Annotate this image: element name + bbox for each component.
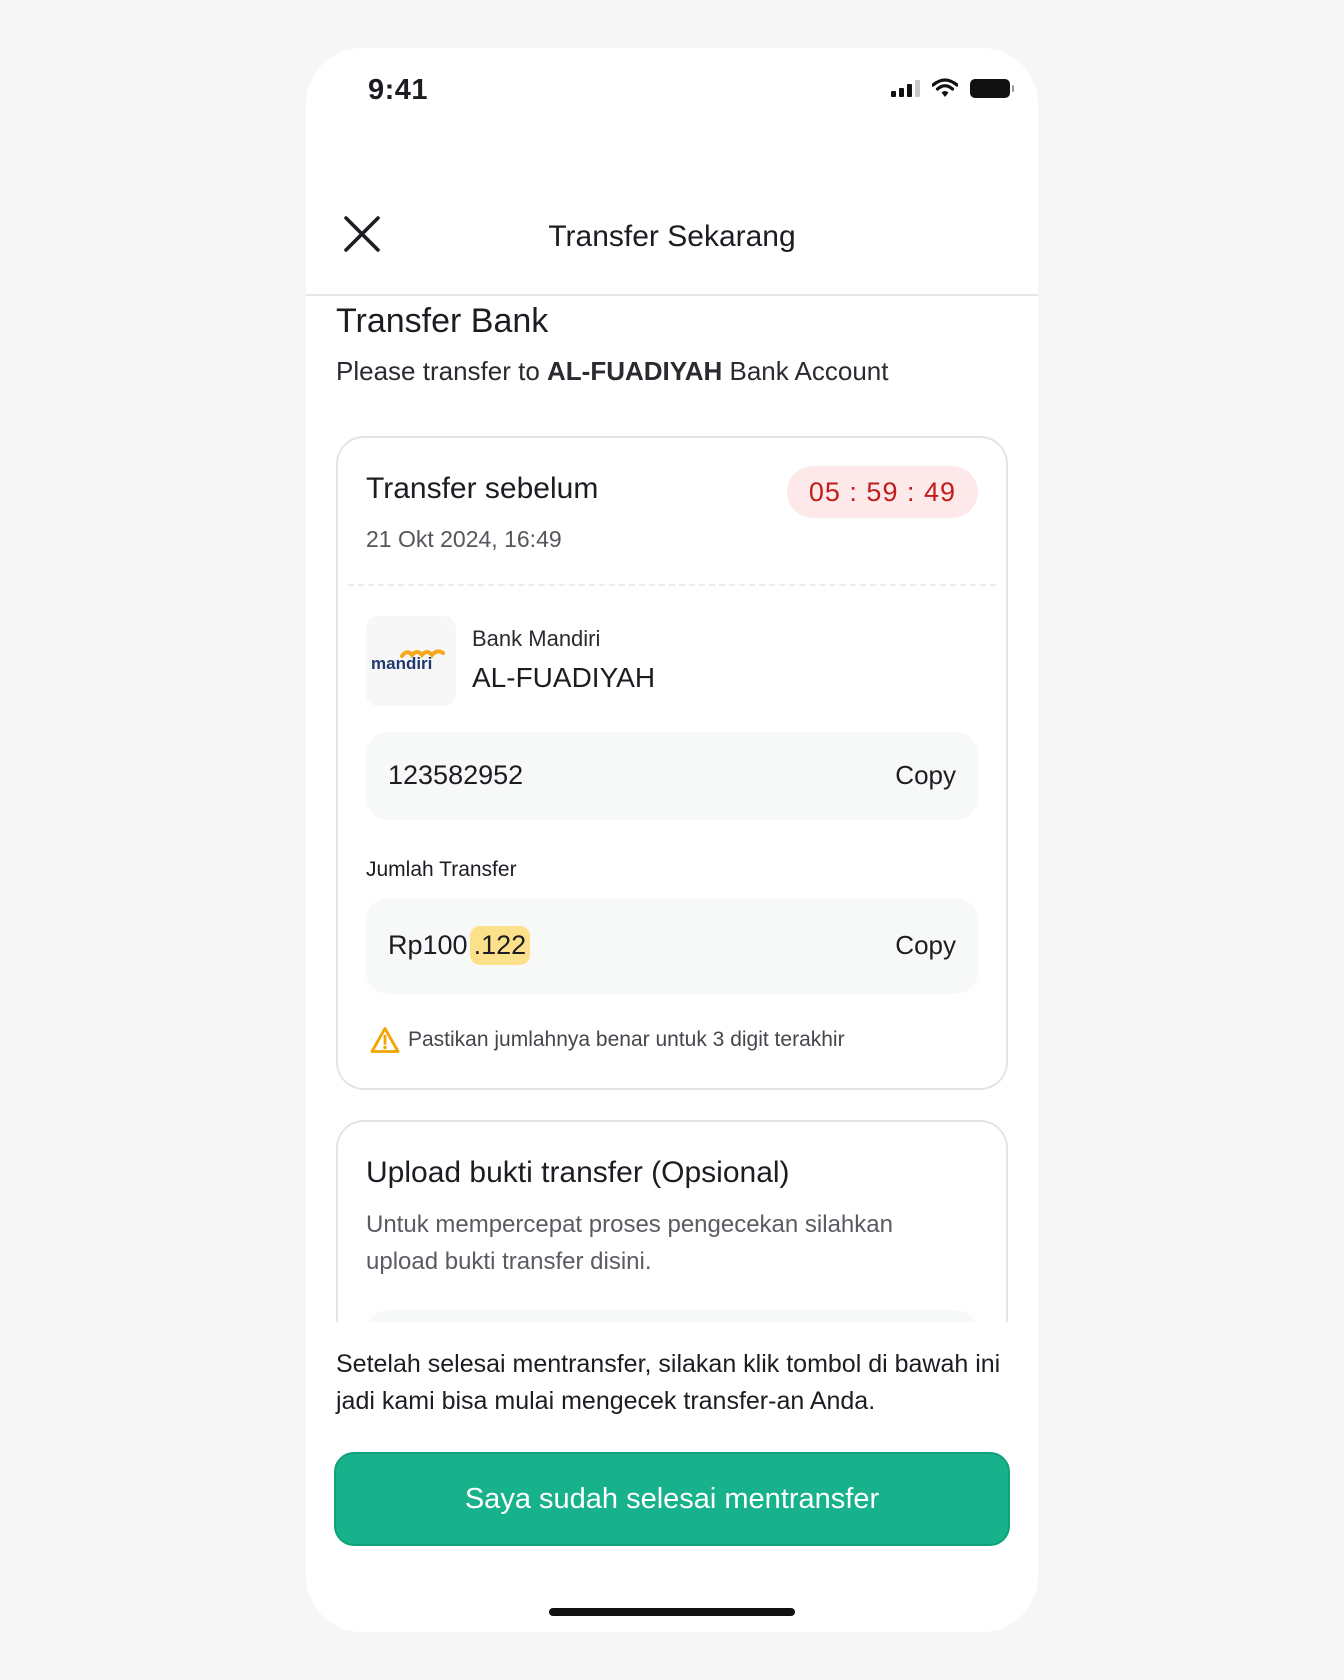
- bank-logo-text: mandiri: [371, 654, 432, 673]
- wifi-icon: [932, 78, 958, 97]
- signal-icon: [891, 79, 920, 97]
- battery-icon: [970, 78, 1014, 98]
- deadline-label: Transfer sebelum: [366, 472, 599, 505]
- deadline-date: 21 Okt 2024, 16:49: [366, 526, 562, 552]
- copy-account-number-button[interactable]: Copy: [895, 760, 956, 791]
- home-indicator: [549, 1608, 795, 1616]
- mandiri-logo: mandiri: [371, 649, 445, 673]
- warning-text: Pastikan jumlahnya benar untuk 3 digit t…: [408, 1028, 845, 1051]
- confirm-transfer-button[interactable]: Saya sudah selesai mentransfer: [334, 1452, 1010, 1546]
- upload-description: Untuk mempercepat proses pengecekan sila…: [366, 1211, 893, 1275]
- amount-main: Rp100: [388, 930, 468, 960]
- navigation-header: Transfer Sekarang: [306, 188, 1038, 296]
- page-title: Transfer Sekarang: [548, 220, 796, 253]
- subtitle-prefix: Please transfer to: [336, 356, 547, 386]
- status-bar: 9:41: [306, 48, 1038, 128]
- confirmation-info: Setelah selesai mentransfer, silakan kli…: [336, 1350, 1001, 1415]
- amount-label: Jumlah Transfer: [366, 858, 517, 881]
- status-icons: [891, 78, 1014, 98]
- upload-title: Upload bukti transfer (Opsional): [366, 1156, 790, 1189]
- subtitle-account-name: AL-FUADIYAH: [547, 356, 723, 386]
- transfer-amount: Rp100.122: [388, 926, 531, 965]
- payment-details-card: Transfer sebelum 21 Okt 2024, 16:49 05 :…: [336, 436, 1008, 1090]
- status-time: 9:41: [368, 74, 429, 106]
- account-number: 123582952: [388, 760, 524, 790]
- section-subtitle: Please transfer to AL-FUADIYAH Bank Acco…: [336, 356, 889, 387]
- account-number-field: 123582952 Copy: [366, 732, 978, 820]
- phone-screen: 9:41 Transfer Sekarang Transfer Bank Ple…: [306, 48, 1038, 1632]
- warning-icon: [370, 1027, 400, 1053]
- section-title: Transfer Bank: [336, 302, 549, 340]
- amount-field: Rp100.122 Copy: [366, 898, 978, 994]
- subtitle-suffix: Bank Account: [722, 356, 889, 386]
- bank-logo: mandiri: [366, 616, 456, 706]
- countdown-timer: 05 : 59 : 49: [786, 466, 978, 518]
- bottom-action-bar: Setelah selesai mentransfer, silakan kli…: [306, 1322, 1038, 1632]
- account-holder: AL-FUADIYAH: [472, 662, 656, 693]
- copy-amount-button[interactable]: Copy: [895, 930, 956, 961]
- amount-unique-digits: .122: [469, 926, 531, 965]
- divider: [348, 584, 996, 586]
- bank-name: Bank Mandiri: [472, 626, 601, 651]
- amount-warning: Pastikan jumlahnya benar untuk 3 digit t…: [370, 1026, 845, 1054]
